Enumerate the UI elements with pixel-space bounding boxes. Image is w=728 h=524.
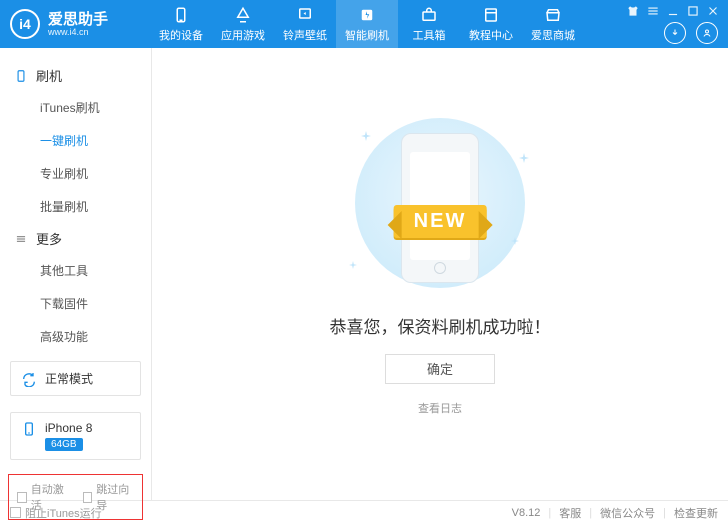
sidebar-item-advanced[interactable]: 高级功能: [0, 320, 151, 353]
book-icon: [482, 6, 500, 24]
nav-label: 应用游戏: [221, 27, 265, 43]
check-update-link[interactable]: 检查更新: [674, 505, 718, 521]
block-itunes-checkbox[interactable]: 阻止iTunes运行: [10, 505, 102, 521]
success-message: 恭喜您，保资料刷机成功啦！: [330, 313, 551, 338]
sparkle-icon: [519, 153, 529, 163]
content-area: NEW 恭喜您，保资料刷机成功啦！ 确定 查看日志: [152, 48, 728, 500]
version-label: V8.12: [512, 507, 541, 519]
device-icon: [21, 421, 37, 437]
brand-domain: www.i4.cn: [48, 27, 108, 37]
minimize-icon[interactable]: [666, 4, 680, 18]
device-box[interactable]: iPhone 8 64GB: [10, 412, 141, 460]
sidebar-item-onekey-flash[interactable]: 一键刷机: [0, 124, 151, 157]
download-button[interactable]: [664, 22, 686, 44]
apps-icon: [234, 6, 252, 24]
device-name: iPhone 8: [45, 421, 92, 435]
menu-icon[interactable]: [646, 4, 660, 18]
sidebar-item-other-tools[interactable]: 其他工具: [0, 254, 151, 287]
more-icon: [14, 232, 28, 246]
nav-label: 铃声壁纸: [283, 27, 327, 43]
nav-label: 我的设备: [159, 27, 203, 43]
user-button[interactable]: [696, 22, 718, 44]
titlebar: i4 爱思助手 www.i4.cn 我的设备 应用游戏 铃声壁纸 智能刷机 工具…: [0, 0, 728, 48]
confirm-button[interactable]: 确定: [385, 354, 495, 384]
sidebar-group-label: 更多: [36, 229, 62, 248]
flash-icon: [358, 6, 376, 24]
checkbox-icon: [83, 492, 93, 503]
window-controls: [626, 4, 720, 18]
nav-label: 智能刷机: [345, 27, 389, 43]
sidebar-group-flash[interactable]: 刷机: [0, 60, 151, 91]
skin-icon[interactable]: [626, 4, 640, 18]
nav-ringtone[interactable]: 铃声壁纸: [274, 0, 336, 48]
wechat-link[interactable]: 微信公众号: [600, 505, 655, 521]
device-storage-badge: 64GB: [45, 438, 83, 451]
nav-flash[interactable]: 智能刷机: [336, 0, 398, 48]
mode-label: 正常模式: [45, 370, 93, 387]
top-nav: 我的设备 应用游戏 铃声壁纸 智能刷机 工具箱 教程中心 爱思商城: [150, 0, 584, 48]
checkbox-label: 阻止iTunes运行: [25, 505, 102, 521]
sidebar-item-itunes-flash[interactable]: iTunes刷机: [0, 91, 151, 124]
logo-icon: i4: [10, 9, 40, 39]
brand-name: 爱思助手: [48, 12, 108, 27]
logo[interactable]: i4 爱思助手 www.i4.cn: [10, 9, 140, 39]
shop-icon: [544, 6, 562, 24]
phone-icon: [14, 69, 28, 83]
sparkle-icon: [511, 237, 519, 245]
sidebar-item-download-firmware[interactable]: 下载固件: [0, 287, 151, 320]
nav-tutorial[interactable]: 教程中心: [460, 0, 522, 48]
sparkle-icon: [349, 261, 357, 269]
sidebar-group-more[interactable]: 更多: [0, 223, 151, 254]
mode-box[interactable]: 正常模式: [10, 361, 141, 396]
close-icon[interactable]: [706, 4, 720, 18]
support-link[interactable]: 客服: [559, 505, 581, 521]
nav-apps[interactable]: 应用游戏: [212, 0, 274, 48]
maximize-icon[interactable]: [686, 4, 700, 18]
checkbox-icon: [17, 492, 27, 503]
nav-label: 爱思商城: [531, 27, 575, 43]
sidebar-item-pro-flash[interactable]: 专业刷机: [0, 157, 151, 190]
nav-toolbox[interactable]: 工具箱: [398, 0, 460, 48]
sparkle-icon: [361, 131, 371, 141]
nav-my-device[interactable]: 我的设备: [150, 0, 212, 48]
sidebar-item-batch-flash[interactable]: 批量刷机: [0, 190, 151, 223]
checkbox-icon: [10, 507, 21, 518]
toolbox-icon: [420, 6, 438, 24]
new-ribbon: NEW: [394, 205, 487, 238]
nav-label: 工具箱: [413, 27, 446, 43]
nav-shop[interactable]: 爱思商城: [522, 0, 584, 48]
sidebar-group-label: 刷机: [36, 66, 62, 85]
music-icon: [296, 6, 314, 24]
success-illustration: NEW: [325, 113, 555, 293]
nav-label: 教程中心: [469, 27, 513, 43]
view-logs-link[interactable]: 查看日志: [418, 400, 462, 416]
sidebar: 刷机 iTunes刷机 一键刷机 专业刷机 批量刷机 更多 其他工具 下载固件 …: [0, 48, 152, 500]
refresh-icon: [21, 371, 37, 387]
device-icon: [172, 6, 190, 24]
